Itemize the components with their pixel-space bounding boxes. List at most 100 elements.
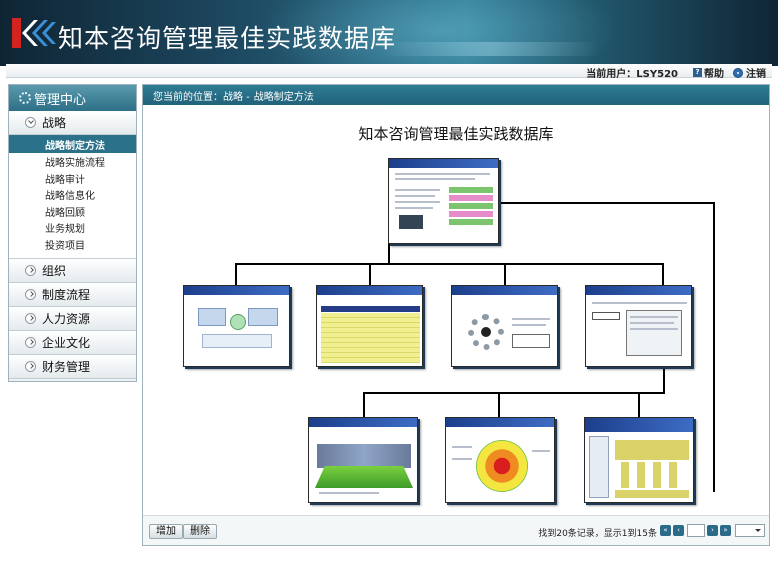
slide-figure xyxy=(481,327,491,337)
prev-page-icon[interactable]: ‹ xyxy=(673,525,684,536)
sidebar-subitem[interactable]: 业务规划 xyxy=(9,222,136,239)
app-header: 知本咨询管理最佳实践数据库 xyxy=(0,0,778,66)
slide-figure xyxy=(449,203,493,209)
connector xyxy=(663,367,665,393)
slide-text-line xyxy=(395,195,435,197)
connector xyxy=(388,243,390,265)
connector xyxy=(363,392,365,417)
slide-text-line xyxy=(395,201,440,203)
connector xyxy=(662,263,664,285)
slide-thumbnail[interactable] xyxy=(584,417,694,503)
help-label: 帮助 xyxy=(704,69,724,80)
slide-figure xyxy=(615,490,689,498)
sidebar-subitem[interactable]: 战略审计 xyxy=(9,173,136,190)
slide-figure xyxy=(230,314,246,330)
list-footer: 增加 删除 找到20条记录，显示1到15条 « ‹ › » xyxy=(143,515,769,545)
category-label: 财务管理 xyxy=(42,360,91,374)
slide-figure xyxy=(449,195,493,201)
category-label: 组织 xyxy=(42,264,67,278)
chevron-right-icon xyxy=(25,313,36,324)
slide-figure xyxy=(476,440,528,492)
sidebar-subitem[interactable]: 战略回顾 xyxy=(9,206,136,223)
app-title: 知本咨询管理最佳实践数据库 xyxy=(58,24,397,53)
logout-link[interactable]: 注销 xyxy=(733,65,766,80)
page-number-input[interactable] xyxy=(687,524,705,537)
slide-text-line xyxy=(630,322,674,324)
breadcrumb-prefix: 您当前的位置：战略 - xyxy=(153,91,250,103)
logout-label: 注销 xyxy=(746,69,766,80)
sidebar: 管理中心 战略 战略制定方法 战略实施流程 战略审计 战略信息化 战略回顾 业务… xyxy=(8,84,137,382)
connector xyxy=(504,263,506,285)
slide-thumbnail[interactable] xyxy=(451,285,558,367)
slide-figure xyxy=(317,444,411,468)
slide-text-line xyxy=(395,189,440,191)
slide-text-line xyxy=(592,302,687,304)
connector xyxy=(498,392,500,417)
slide-header-bar xyxy=(184,286,289,295)
first-page-icon[interactable]: « xyxy=(660,525,671,536)
slide-figure xyxy=(321,306,420,312)
add-button[interactable]: 增加 xyxy=(149,524,183,539)
slide-figure xyxy=(589,436,609,498)
connector xyxy=(638,392,640,417)
delete-button[interactable]: 删除 xyxy=(183,524,217,539)
slide-thumbnail[interactable] xyxy=(585,285,692,367)
sidebar-category-hr[interactable]: 人力资源 xyxy=(9,307,136,331)
sidebar-subitem-active[interactable]: 战略制定方法 xyxy=(9,135,136,153)
slide-figure xyxy=(399,215,423,229)
slide-figure xyxy=(592,312,620,320)
slide-thumbnail[interactable] xyxy=(316,285,423,367)
slide-thumbnail[interactable] xyxy=(445,417,555,503)
sidebar-category-finance[interactable]: 财务管理 xyxy=(9,355,136,379)
slide-header-bar xyxy=(452,286,557,295)
connector xyxy=(235,263,663,265)
slide-text-line xyxy=(630,328,678,330)
chevron-right-icon xyxy=(25,361,36,372)
sidebar-category-process[interactable]: 制度流程 xyxy=(9,283,136,307)
slide-figure xyxy=(653,462,661,488)
slide-figure xyxy=(449,187,493,193)
sidebar-subitem[interactable]: 战略实施流程 xyxy=(9,156,136,173)
slide-figure xyxy=(637,462,645,488)
page-size-select[interactable] xyxy=(735,524,765,537)
sidebar-header: 管理中心 xyxy=(9,85,136,111)
connector xyxy=(369,263,371,285)
sidebar-title: 管理中心 xyxy=(34,92,87,108)
slide-header-bar xyxy=(446,418,554,427)
next-page-icon[interactable]: › xyxy=(707,525,718,536)
slide-thumbnail[interactable] xyxy=(388,158,499,244)
slide-thumbnail[interactable] xyxy=(183,285,290,367)
help-icon: ? xyxy=(693,68,702,77)
slide-figure xyxy=(321,313,420,363)
help-link[interactable]: ? 帮助 xyxy=(693,65,724,80)
slide-figure xyxy=(449,219,493,225)
slide-text-line xyxy=(452,458,472,460)
last-page-icon[interactable]: » xyxy=(720,525,731,536)
category-label: 制度流程 xyxy=(42,288,91,302)
connector xyxy=(713,202,715,492)
gear-icon xyxy=(19,92,31,104)
connector xyxy=(363,392,665,394)
sidebar-category-strategy[interactable]: 战略 xyxy=(9,111,136,135)
sidebar-subitem[interactable]: 投资项目 xyxy=(9,239,136,256)
slide-thumbnail[interactable] xyxy=(308,417,418,503)
sidebar-category-organization[interactable]: 组织 xyxy=(9,259,136,283)
breadcrumb: 您当前的位置：战略 - 战略制定方法 xyxy=(143,85,769,105)
chevron-right-icon xyxy=(25,289,36,300)
slide-text-line xyxy=(630,316,678,318)
slide-header-bar xyxy=(585,418,693,432)
slide-text-line xyxy=(532,450,550,452)
sidebar-subitem[interactable]: 战略信息化 xyxy=(9,189,136,206)
slide-figure xyxy=(669,462,677,488)
slide-text-line xyxy=(395,178,475,180)
slide-figure xyxy=(202,334,272,348)
connector xyxy=(235,263,237,285)
category-label: 战略 xyxy=(42,116,67,130)
slide-figure xyxy=(449,211,493,217)
category-label: 人力资源 xyxy=(42,312,91,326)
slide-text-line xyxy=(395,173,490,175)
content-panel: 您当前的位置：战略 - 战略制定方法 知本咨询管理最佳实践数据库 增加 删除 找… xyxy=(142,84,770,546)
slide-figure xyxy=(615,440,689,460)
sidebar-category-culture[interactable]: 企业文化 xyxy=(9,331,136,355)
chevron-down-icon xyxy=(25,117,36,128)
